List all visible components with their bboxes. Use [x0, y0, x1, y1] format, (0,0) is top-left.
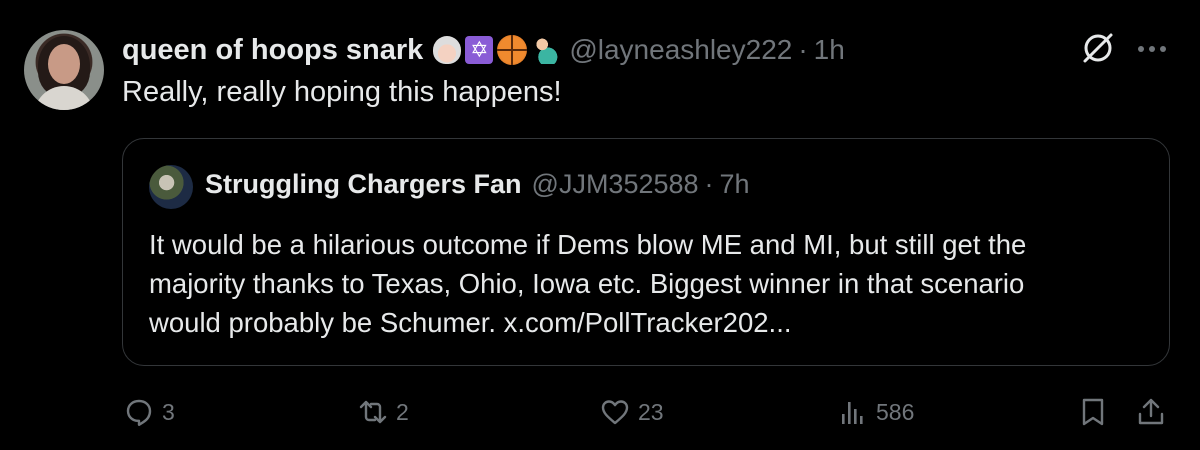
- mermaid-emoji-icon: [531, 36, 560, 64]
- share-icon: [1138, 398, 1164, 425]
- quoted-text: It would be a hilarious outcome if Dems …: [149, 225, 1159, 342]
- bookmark-button[interactable]: [1078, 390, 1108, 434]
- quoted-timestamp: 7h: [719, 169, 750, 199]
- view-count: 586: [876, 398, 915, 425]
- avatar-shirt: [34, 86, 94, 110]
- like-count: 23: [638, 398, 664, 425]
- views-button[interactable]: 586: [838, 390, 914, 434]
- quoted-header: Struggling Chargers Fan @JJM352588 · 7h: [205, 169, 750, 200]
- quoted-text-line: It would be a hilarious outcome if Dems …: [149, 229, 1027, 260]
- quoted-separator: ·: [704, 169, 714, 199]
- share-button[interactable]: [1136, 390, 1166, 434]
- avatar-face: [48, 44, 80, 84]
- quoted-display-name: Struggling Chargers Fan: [205, 169, 522, 199]
- quoted-text-line[interactable]: would probably be Schumer. x.com/PollTra…: [149, 303, 1159, 342]
- post-header: queen of hoops snark ✡ @layneashley222 ·…: [122, 30, 845, 70]
- avatar[interactable]: [24, 30, 104, 110]
- more-icon[interactable]: [1134, 34, 1170, 64]
- quoted-handle: @JJM352588: [531, 169, 699, 199]
- grok-icon[interactable]: [1080, 30, 1116, 66]
- repost-count: 2: [396, 398, 409, 425]
- timestamp[interactable]: 1h: [814, 34, 845, 66]
- quoted-avatar[interactable]: [149, 165, 193, 209]
- bookmark-icon: [1082, 398, 1104, 426]
- star-of-david-emoji-icon: ✡: [465, 36, 494, 64]
- display-name[interactable]: queen of hoops snark: [122, 34, 423, 67]
- repost-icon: [359, 400, 387, 424]
- handle[interactable]: @layneashley222: [569, 34, 792, 66]
- princess-emoji-icon: [433, 36, 462, 64]
- repost-button[interactable]: 2: [358, 390, 409, 434]
- reply-count: 3: [162, 398, 175, 425]
- quoted-text-line: majority thanks to Texas, Ohio, Iowa etc…: [149, 268, 1025, 299]
- quoted-post[interactable]: Struggling Chargers Fan @JJM352588 · 7h …: [122, 138, 1170, 366]
- name-emojis: ✡: [433, 35, 560, 65]
- like-button[interactable]: 23: [600, 390, 664, 434]
- reply-button[interactable]: 3: [124, 390, 175, 434]
- views-icon: [842, 402, 863, 424]
- action-bar: 3 2 23 586: [0, 390, 1200, 440]
- post-text: Really, really hoping this happens!: [122, 76, 562, 108]
- like-icon: [601, 400, 629, 425]
- basketball-emoji-icon: [497, 35, 528, 65]
- reply-icon: [126, 399, 152, 426]
- separator: ·: [798, 34, 808, 65]
